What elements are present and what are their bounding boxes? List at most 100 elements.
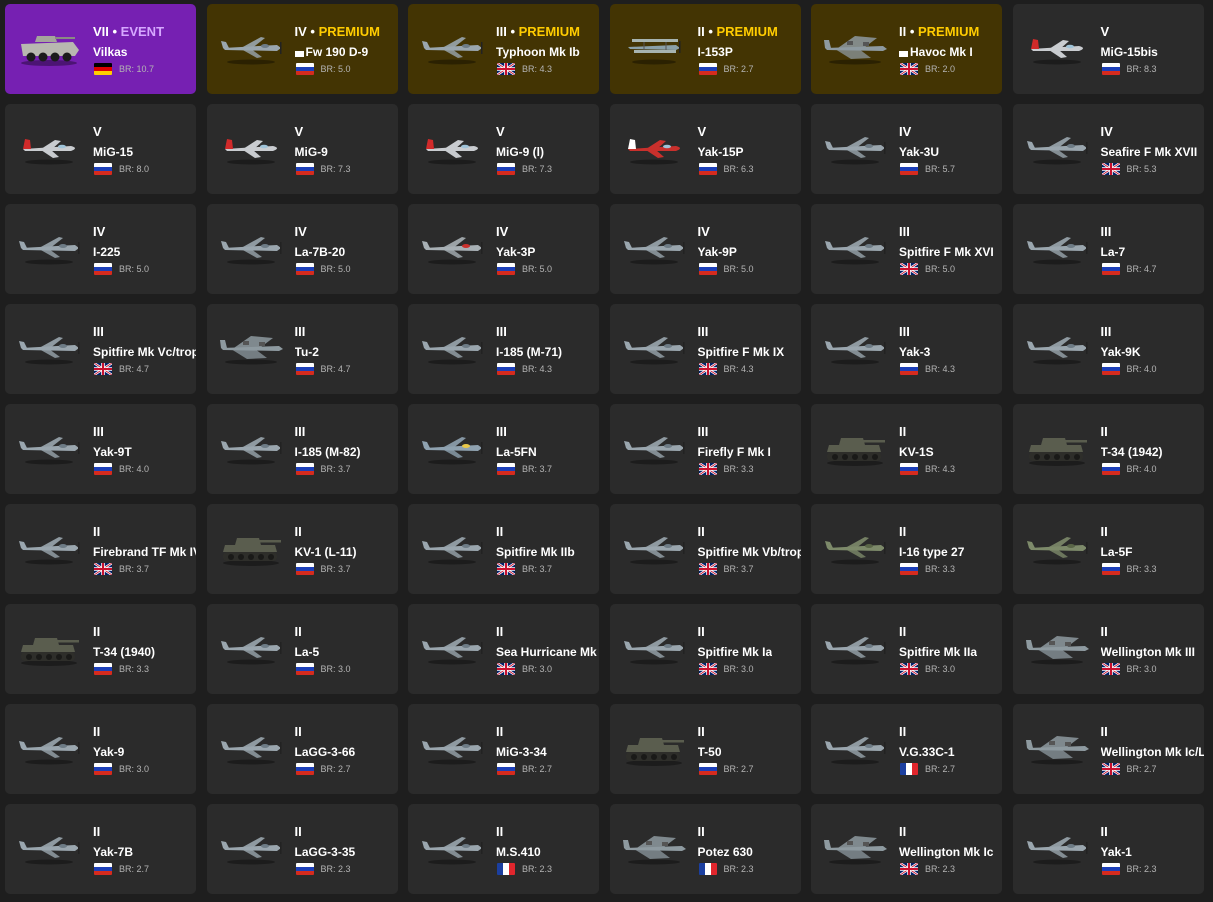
tank-thumbnail-icon <box>217 528 285 568</box>
vehicle-card-firefly-f-mk-i[interactable]: III Firefly F Mk I BR: 3.3 <box>609 404 801 494</box>
flag-uk-icon <box>1101 763 1120 775</box>
vehicle-card-tu-2[interactable]: III Tu-2 BR: 4.7 <box>206 304 398 394</box>
vehicle-card-yak-15p[interactable]: V Yak-15P BR: 6.3 <box>609 104 801 194</box>
flag-uk-icon <box>497 663 515 675</box>
vehicle-card-la-7b-20[interactable]: IV La-7B-20 BR: 5.0 <box>206 204 398 294</box>
vehicle-card-yak-9t[interactable]: III Yak-9T BR: 4.0 <box>5 404 196 494</box>
flag-ussr-icon <box>698 63 717 75</box>
vehicle-card-spitfire-mk-iib[interactable]: II Spitfire Mk IIb BR: 3.7 <box>408 504 599 594</box>
rank-numeral: IV <box>899 124 912 139</box>
vehicle-name-text: Yak-7B <box>93 845 134 859</box>
vehicle-card-potez-630[interactable]: II Potez 630 BR: 2.3 <box>609 804 801 894</box>
vehicle-card-spitfire-mk-iia[interactable]: II Spitfire Mk IIa BR: 3.0 <box>811 604 1002 694</box>
vehicle-card-yak-3[interactable]: III Yak-3 BR: 4.3 <box>811 304 1002 394</box>
vehicle-name: T-34 (1942) <box>1101 445 1163 459</box>
vehicle-card-vilkas[interactable]: VII • EVENT Vilkas BR: 10.7 <box>5 4 196 94</box>
battle-rating: BR: 2.3 <box>1126 864 1157 874</box>
premium-mark-icon <box>294 51 304 57</box>
vehicle-card-spitfire-mk-vb-trop[interactable]: II Spitfire Mk Vb/trop BR: 3.7 <box>609 504 801 594</box>
vehicle-name: La-7B-20 <box>295 245 346 259</box>
vehicle-card-i-16-type-27[interactable]: II I-16 type 27 BR: 3.3 <box>811 504 1002 594</box>
vehicle-card-kv-1s[interactable]: II KV-1S BR: 4.3 <box>811 404 1002 494</box>
rank-numeral: III <box>899 224 910 239</box>
battle-rating: BR: 4.3 <box>925 364 956 374</box>
battle-rating: BR: 2.7 <box>320 764 351 774</box>
vehicle-card-mig-9[interactable]: V MiG-9 BR: 7.3 <box>206 104 398 194</box>
tank-thumbnail-icon <box>620 728 688 768</box>
vehicle-card-kv-1-l-11[interactable]: II KV-1 (L-11) BR: 3.7 <box>206 504 398 594</box>
vehicle-card-sea-hurricane-mk-ic[interactable]: II Sea Hurricane Mk IC BR: 3.0 <box>408 604 599 694</box>
flag-uk-icon <box>94 563 112 575</box>
vehicle-card-mig-15bis[interactable]: V MiG-15bis BR: 8.3 <box>1012 4 1204 94</box>
vehicle-name: M.S.410 <box>496 845 541 859</box>
vehicle-card-i-185-m-71[interactable]: III I-185 (M-71) BR: 4.3 <box>408 304 599 394</box>
vehicle-name: Firefly F Mk I <box>698 445 771 459</box>
vehicle-card-t-50[interactable]: II T-50 BR: 2.7 <box>609 704 801 794</box>
vehicle-card-spitfire-mk-ia[interactable]: II Spitfire Mk Ia BR: 3.0 <box>609 604 801 694</box>
vehicle-card-la-5[interactable]: II La-5 BR: 3.0 <box>206 604 398 694</box>
vehicle-card-v-g-33c-1[interactable]: II V.G.33C-1 BR: 2.7 <box>811 704 1002 794</box>
vehicle-card-i-225[interactable]: IV I-225 BR: 5.0 <box>5 204 196 294</box>
vehicle-card-i-185-m-82[interactable]: III I-185 (M-82) BR: 3.7 <box>206 404 398 494</box>
rank-numeral: V <box>93 124 102 139</box>
vehicle-card-spitfire-f-mk-xvi[interactable]: III Spitfire F Mk XVI BR: 5.0 <box>811 204 1002 294</box>
rank-numeral: II <box>899 524 907 539</box>
vehicle-card-yak-9[interactable]: II Yak-9 BR: 3.0 <box>5 704 196 794</box>
vehicle-rank: II <box>1101 824 1108 839</box>
battle-rating: BR: 3.7 <box>119 564 150 574</box>
vehicle-card-seafire-f-mk-xvii[interactable]: IV Seafire F Mk XVII BR: 5.3 <box>1012 104 1204 194</box>
vehicle-card-t-34-1940[interactable]: II T-34 (1940) BR: 3.3 <box>5 604 196 694</box>
vehicle-card-wellington-mk-iii[interactable]: II Wellington Mk III BR: 3.0 <box>1012 604 1204 694</box>
vehicle-card-yak-1[interactable]: II Yak-1 BR: 2.3 <box>1012 804 1204 894</box>
vehicle-card-yak-3p[interactable]: IV Yak-3P BR: 5.0 <box>408 204 599 294</box>
flag-ussr-icon <box>698 163 717 175</box>
vehicle-name: MiG-3-34 <box>496 745 547 759</box>
vehicle-card-havoc-mk-i[interactable]: II • PREMIUM Havoc Mk I BR: 2.0 <box>811 4 1002 94</box>
rank-numeral: IV <box>496 224 509 239</box>
vehicle-card-t-34-1942[interactable]: II T-34 (1942) BR: 4.0 <box>1012 404 1204 494</box>
vehicle-card-mig-9-l[interactable]: V MiG-9 (l) BR: 7.3 <box>408 104 599 194</box>
vehicle-card-la-7[interactable]: III La-7 BR: 4.7 <box>1012 204 1204 294</box>
rank-numeral: II <box>1100 424 1108 439</box>
vehicle-tag: PREMIUM <box>318 24 380 39</box>
vehicle-card-m-s-410[interactable]: II M.S.410 BR: 2.3 <box>408 804 599 894</box>
battle-rating: BR: 3.3 <box>119 664 150 674</box>
vehicle-card-typhoon-mk-ib[interactable]: III • PREMIUM Typhoon Mk Ib BR: 4.3 <box>408 4 599 94</box>
vehicle-card-yak-9p[interactable]: IV Yak-9P BR: 5.0 <box>609 204 801 294</box>
flag-uk-icon <box>94 363 112 375</box>
vehicle-card-yak-9k[interactable]: III Yak-9K BR: 4.0 <box>1012 304 1204 394</box>
vehicle-rank: II <box>93 824 100 839</box>
vehicle-card-i-153p[interactable]: II • PREMIUM I-153P BR: 2.7 <box>609 4 801 94</box>
flag-uk-icon <box>497 563 515 575</box>
vehicle-card-mig-15[interactable]: V MiG-15 BR: 8.0 <box>5 104 196 194</box>
flag-ussr-icon <box>295 563 314 575</box>
vehicle-card-mig-3-34[interactable]: II MiG-3-34 BR: 2.7 <box>408 704 599 794</box>
vehicle-card-wellington-mk-ic[interactable]: II Wellington Mk Ic BR: 2.3 <box>811 804 1002 894</box>
vehicle-name: T-50 <box>698 745 722 759</box>
vehicle-card-spitfire-f-mk-ix[interactable]: III Spitfire F Mk IX BR: 4.3 <box>609 304 801 394</box>
vehicle-card-la-5f[interactable]: II La-5F BR: 3.3 <box>1012 504 1204 594</box>
battle-rating: BR: 2.3 <box>925 864 956 874</box>
tank-thumbnail-icon <box>1023 428 1091 468</box>
vehicle-card-la-5fn[interactable]: III La-5FN BR: 3.7 <box>408 404 599 494</box>
vehicle-card-yak-7b[interactable]: II Yak-7B BR: 2.7 <box>5 804 196 894</box>
vehicle-rank: II <box>1101 524 1108 539</box>
aircraft-thumbnail-icon <box>620 828 688 868</box>
flag-ussr-icon <box>497 363 515 375</box>
aircraft-thumbnail-icon <box>217 728 285 768</box>
vehicle-rank: II <box>899 824 906 839</box>
battle-rating: BR: 5.0 <box>119 264 150 274</box>
vehicle-name: Havoc Mk I <box>899 45 973 59</box>
aircraft-thumbnail-icon <box>217 428 285 468</box>
vehicle-card-wellington-mk-ic-l[interactable]: II Wellington Mk Ic/L BR: 2.7 <box>1012 704 1204 794</box>
vehicle-name-text: Yak-15P <box>697 145 744 159</box>
vehicle-card-spitfire-mk-vc-trop[interactable]: III Spitfire Mk Vc/trop BR: 4.7 <box>5 304 196 394</box>
vehicle-card-firebrand-tf-mk-iv[interactable]: II Firebrand TF Mk IV BR: 3.7 <box>5 504 196 594</box>
vehicle-card-fw-190-d-9[interactable]: IV • PREMIUM Fw 190 D-9 BR: 5.0 <box>206 4 398 94</box>
vehicle-card-lagg-3-66[interactable]: II LaGG-3-66 BR: 2.7 <box>206 704 398 794</box>
rank-numeral: II <box>496 724 504 739</box>
vehicle-rank: IV <box>496 224 508 239</box>
vehicle-card-yak-3u[interactable]: IV Yak-3U BR: 5.7 <box>811 104 1002 194</box>
vehicle-card-lagg-3-35[interactable]: II LaGG-3-35 BR: 2.3 <box>206 804 398 894</box>
vehicle-rank: II • PREMIUM <box>899 24 979 39</box>
